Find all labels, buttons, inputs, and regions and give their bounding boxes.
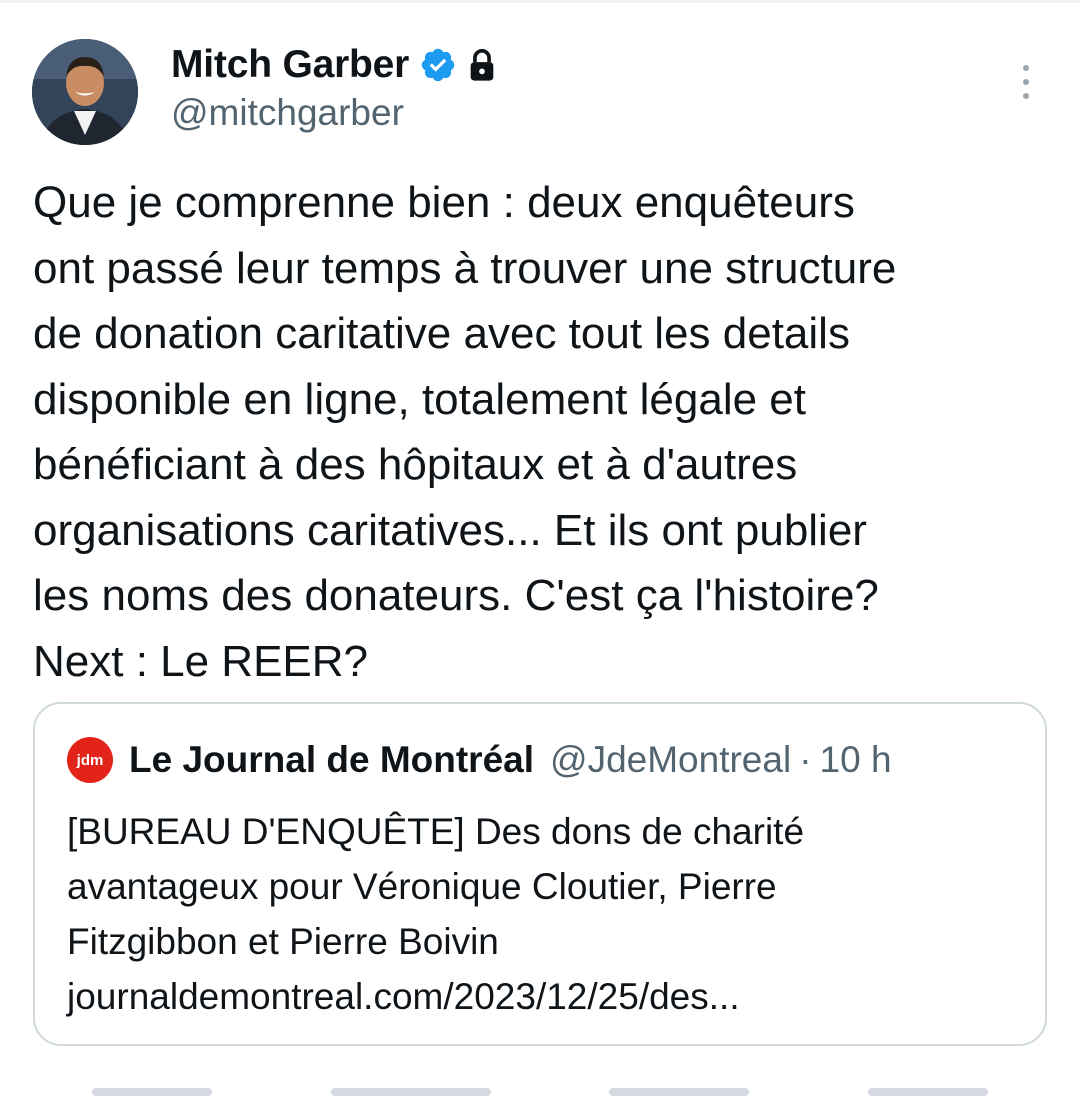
action-bar-partial xyxy=(33,1088,1047,1096)
action-fragment xyxy=(92,1088,213,1096)
quoted-text-line: [BUREAU D'ENQUÊTE] Des dons de charité xyxy=(67,811,805,852)
tweet-text-line: Que je comprenne bien : deux enquêteurs xyxy=(33,178,855,227)
tweet-text: Que je comprenne bien : deux enquêteurs … xyxy=(33,170,1063,694)
tweet-text-line: disponible en ligne, totalement légale e… xyxy=(33,374,806,424)
quoted-link[interactable]: journaldemontreal.com/2023/12/25/des... xyxy=(67,969,1027,1024)
more-dot xyxy=(1023,93,1029,99)
top-divider xyxy=(0,0,1080,3)
avatar-photo xyxy=(32,39,138,145)
tweet-text-line: les noms des donateurs. C'est ça l'histo… xyxy=(33,571,879,620)
action-fragment xyxy=(330,1088,491,1096)
quoted-text-line: Fitzgibbon et Pierre Boivin xyxy=(67,921,499,962)
action-fragment xyxy=(609,1088,750,1096)
quoted-timestamp: 10 h xyxy=(819,739,892,780)
more-options-icon[interactable] xyxy=(1008,60,1044,104)
quoted-author-name: Le Journal de Montréal xyxy=(129,739,535,780)
author-name[interactable]: Mitch Garber xyxy=(171,43,409,87)
more-dot xyxy=(1023,65,1029,71)
tweet-text-line: ont passé leur temps à trouver une struc… xyxy=(33,243,897,293)
lock-icon xyxy=(467,48,497,82)
quoted-text-line: avantageux pour Véronique Cloutier, Pier… xyxy=(67,866,777,907)
separator-dot: · xyxy=(799,739,812,780)
author-handle[interactable]: @mitchgarber xyxy=(171,92,404,134)
action-fragment xyxy=(867,1088,988,1096)
avatar[interactable] xyxy=(32,39,138,145)
jdm-logo-icon: jdm xyxy=(67,737,113,783)
tweet-text-line: bénéficiant à des hôpitaux et à d'autres xyxy=(33,440,798,489)
tweet-text-line: organisations caritatives... Et ils ont … xyxy=(33,505,867,555)
quoted-author-handle: @JdeMontreal xyxy=(550,739,792,780)
tweet-text-line: Next : Le REER? xyxy=(33,636,369,686)
quoted-tweet-card[interactable]: jdm Le Journal de Montréal @JdeMontreal … xyxy=(33,702,1047,1046)
more-dot xyxy=(1023,79,1029,85)
tweet-text-line: de donation caritative avec tout les det… xyxy=(33,309,850,358)
author-row: Mitch Garber xyxy=(171,40,497,90)
verified-badge-icon xyxy=(419,46,457,84)
quoted-tweet-header: jdm Le Journal de Montréal @JdeMontreal … xyxy=(67,736,892,784)
quoted-tweet-text: [BUREAU D'ENQUÊTE] Des dons de charité a… xyxy=(67,804,1027,1024)
